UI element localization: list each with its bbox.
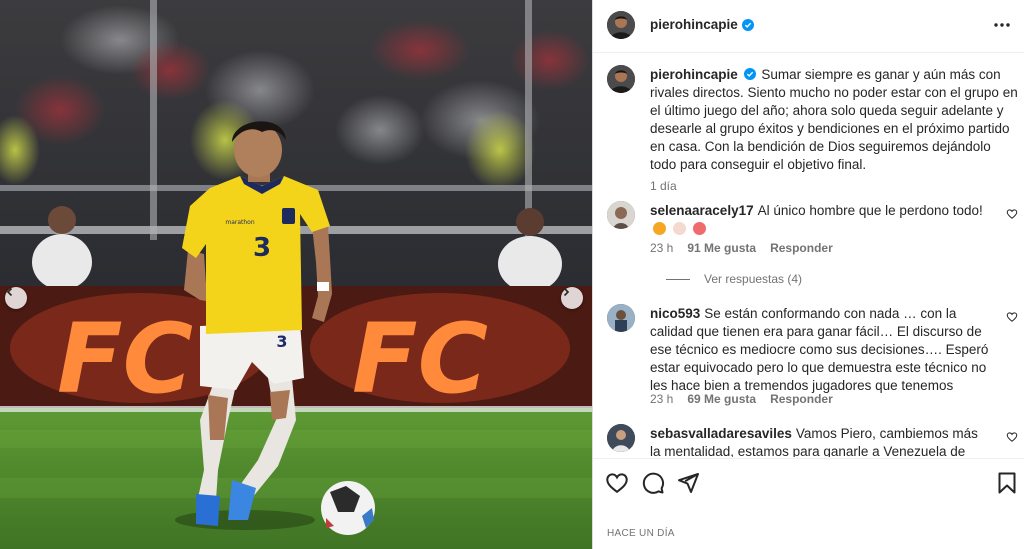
comment-time: 23 h bbox=[650, 392, 674, 406]
previous-photo-button[interactable] bbox=[5, 287, 27, 309]
comment-time: 23 h bbox=[650, 241, 674, 255]
post-time-ago: HACE UN DÍA bbox=[607, 528, 675, 539]
reply-button[interactable]: Responder bbox=[770, 392, 833, 406]
comment-meta: 23 h 69 Me gusta Responder bbox=[650, 392, 833, 406]
header-username[interactable]: pierohincapie bbox=[650, 17, 738, 32]
next-photo-button[interactable] bbox=[561, 287, 583, 309]
profile-photo bbox=[607, 304, 635, 332]
post-photo: FC FC 3 3 marathon bbox=[0, 0, 592, 549]
comment-avatar[interactable] bbox=[607, 304, 635, 332]
face-blowing-kiss-icon bbox=[692, 222, 706, 235]
caption-username[interactable]: pierohincapie bbox=[650, 67, 738, 82]
instagram-post-modal: FC FC 3 3 marathon pierohincapie pierohi… bbox=[0, 0, 1024, 549]
post-header: pierohincapie bbox=[593, 0, 1024, 53]
header-username-row: pierohincapie bbox=[650, 17, 754, 32]
comment-text: Al único hombre que le perdono todo! bbox=[757, 203, 983, 218]
comment-text-block: sebasvalladaresaviles Vamos Piero, cambie… bbox=[650, 425, 990, 457]
verified-badge-icon bbox=[743, 68, 756, 80]
caption-text: Sumar siempre es ganar y aún más con riv… bbox=[650, 67, 1018, 172]
jersey-number: 3 bbox=[253, 233, 271, 263]
comment-username[interactable]: selenaaracely17 bbox=[650, 203, 754, 218]
heart-hands-icon bbox=[672, 222, 686, 235]
post-side-panel: pierohincapie pierohincapie Sumar siempr… bbox=[593, 0, 1024, 549]
caption-text-block: pierohincapie Sumar siempre es ganar y a… bbox=[650, 66, 1020, 174]
comment-text-block: selenaaracely17 Al único hombre que le pe… bbox=[650, 202, 990, 238]
bookmark-icon[interactable] bbox=[995, 471, 1019, 495]
comment-avatar[interactable] bbox=[607, 424, 635, 452]
shirt-brand: marathon bbox=[225, 219, 254, 226]
comment-meta: 23 h 91 Me gusta Responder bbox=[650, 241, 833, 255]
photo-scene: FC FC 3 3 marathon bbox=[0, 0, 592, 549]
profile-photo bbox=[607, 11, 635, 39]
comment-like-heart-icon[interactable] bbox=[1006, 311, 1018, 323]
view-replies-button[interactable]: Ver respuestas (4) bbox=[666, 272, 802, 286]
comment-like-heart-icon[interactable] bbox=[1006, 431, 1018, 443]
caption-timestamp: 1 día bbox=[650, 179, 677, 193]
comment-text: Se están conformando con nada … con la c… bbox=[650, 306, 989, 393]
banner-text-left: FC bbox=[57, 303, 193, 415]
profile-photo bbox=[607, 424, 635, 452]
comments-section[interactable]: pierohincapie Sumar siempre es ganar y a… bbox=[593, 53, 1024, 457]
verified-badge-icon bbox=[741, 18, 754, 31]
profile-photo bbox=[607, 65, 635, 93]
replies-line bbox=[666, 278, 690, 280]
heart-icon[interactable] bbox=[605, 471, 629, 495]
chevron-right-icon bbox=[563, 287, 570, 297]
shorts-number: 3 bbox=[276, 332, 287, 351]
caption-avatar[interactable] bbox=[607, 65, 635, 93]
profile-photo bbox=[607, 201, 635, 229]
comment-avatar[interactable] bbox=[607, 201, 635, 229]
avatar[interactable] bbox=[607, 11, 635, 39]
comment-username[interactable]: sebasvalladaresaviles bbox=[650, 426, 792, 441]
comment-text-block: nico593 Se están conformando con nada … c… bbox=[650, 305, 990, 395]
reply-button[interactable]: Responder bbox=[770, 241, 833, 255]
view-replies-label: Ver respuestas (4) bbox=[704, 272, 803, 286]
share-icon[interactable] bbox=[676, 471, 700, 495]
comment-likes[interactable]: 91 Me gusta bbox=[687, 241, 756, 255]
post-actions-bar bbox=[593, 458, 1024, 505]
more-options-icon[interactable] bbox=[991, 14, 1013, 36]
banner-text-right: FC bbox=[352, 303, 488, 415]
comment-icon[interactable] bbox=[641, 471, 665, 495]
chevron-left-icon bbox=[6, 287, 13, 297]
comment-like-heart-icon[interactable] bbox=[1006, 208, 1018, 220]
smiling-face-with-hearts-icon bbox=[653, 222, 666, 235]
comment-username[interactable]: nico593 bbox=[650, 306, 700, 321]
comment-likes[interactable]: 69 Me gusta bbox=[687, 392, 756, 406]
